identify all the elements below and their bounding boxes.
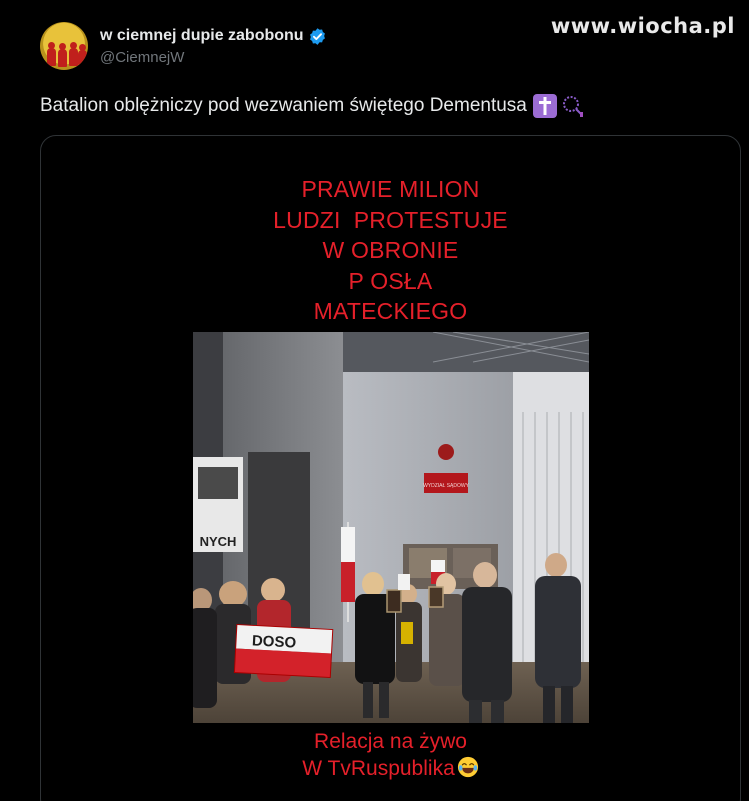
caption-line: Relacja na żywo (314, 730, 467, 753)
tweet-header: w ciemnej dupie zabobonu @CiemnejW (40, 22, 327, 70)
tweet-body: Batalion oblężniczy pod wezwaniem święte… (40, 95, 527, 116)
tweet-text: Batalion oblężniczy pod wezwaniem święte… (40, 94, 585, 118)
media-video[interactable]: PRAWIE MILION LUDZI PROTESTUJE W OBRONIE… (40, 135, 741, 801)
laughing-emoji-icon (457, 756, 478, 778)
caption-line-2: W TvRuspublika (41, 755, 740, 782)
display-name[interactable]: w ciemnej dupie zabobonu (100, 27, 304, 45)
video-frame: WYDZIAŁ SĄDOWY NYCH DOSO (193, 332, 589, 723)
caption-line: LUDZI PROTESTUJE (273, 206, 508, 233)
video-caption-top: PRAWIE MILION LUDZI PROTESTUJE W OBRONIE… (41, 174, 740, 327)
caption-line: PRAWIE MILION (301, 176, 480, 202)
rosary-icon (562, 96, 583, 117)
plaque-text: WYDZIAŁ SĄDOWY (423, 483, 470, 489)
user-handle[interactable]: @CiemnejW (100, 49, 327, 66)
banner-text: DOSO (252, 632, 297, 651)
latin-cross-icon (532, 94, 557, 118)
video-caption-bottom: Relacja na żywo W TvRuspublika (41, 728, 740, 782)
avatar[interactable] (40, 22, 88, 70)
caption-line: P OSŁA (348, 267, 433, 294)
protest-scene: WYDZIAŁ SĄDOWY NYCH DOSO (193, 332, 589, 723)
sign-text: NYCH (200, 534, 237, 549)
caption-text: W TvRuspublika (302, 757, 455, 780)
verified-badge-icon (309, 27, 325, 45)
caption-line: W OBRONIE (322, 237, 459, 263)
caption-line: MATECKIEGO (313, 298, 468, 324)
watermark: www.wiocha.pl (550, 14, 735, 38)
